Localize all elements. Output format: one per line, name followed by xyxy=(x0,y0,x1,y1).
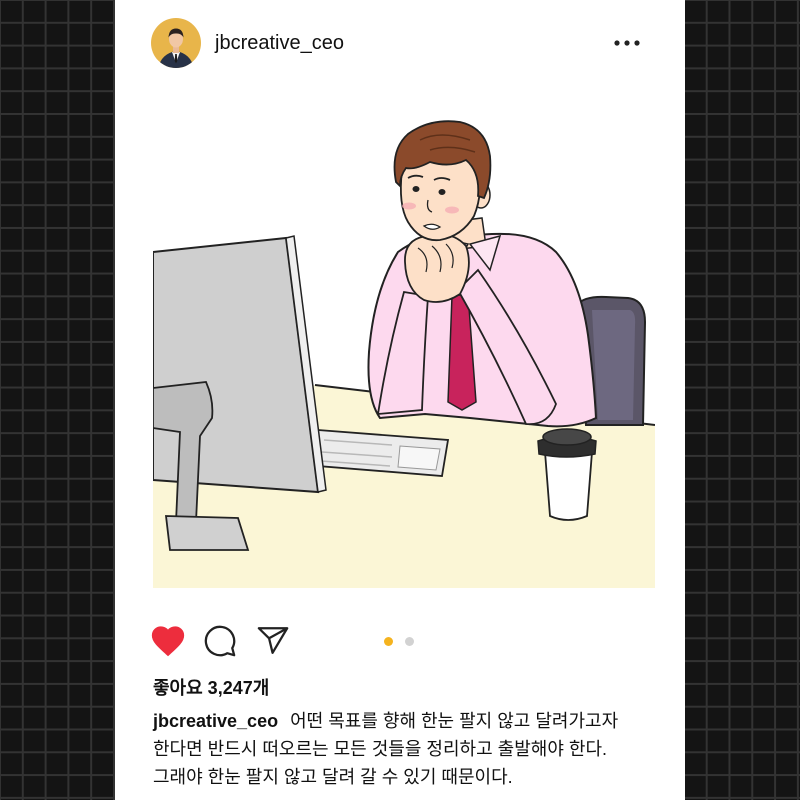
profile-photo[interactable] xyxy=(151,18,201,68)
post-username[interactable]: jbcreative_ceo xyxy=(215,30,344,56)
carousel-dot xyxy=(405,637,414,646)
caption: jbcreative_ceo 어떤 목표를 향해 한눈 팔지 않고 달려가고자 한… xyxy=(153,707,678,791)
caption-text: 그래야 한눈 팔지 않고 달려 갈 수 있기 때문이다. xyxy=(153,767,513,787)
share-button[interactable] xyxy=(256,624,290,658)
more-horizontal-icon[interactable] xyxy=(612,36,642,50)
heart-icon[interactable] xyxy=(149,622,187,660)
avatar[interactable] xyxy=(151,18,201,68)
caption-text: 한다면 반드시 떠오르는 모든 것들을 정리하고 출발해야 한다. xyxy=(153,739,608,759)
post-image[interactable] xyxy=(153,95,655,588)
comment-button[interactable] xyxy=(203,624,237,658)
likes-count[interactable]: 좋아요 3,247개 xyxy=(153,677,269,699)
caption-text: 어떤 목표를 향해 한눈 팔지 않고 달려가고자 xyxy=(290,711,619,731)
carousel-dot xyxy=(384,637,393,646)
comment-icon[interactable] xyxy=(203,624,237,658)
caption-line: 한다면 반드시 떠오르는 모든 것들을 정리하고 출발해야 한다. xyxy=(153,735,678,763)
post-card: jbcreative_ceo 좋아요 3,247개 jbcreative_ceo… xyxy=(115,0,685,800)
caption-line: 그래야 한눈 팔지 않고 달려 갈 수 있기 때문이다. xyxy=(153,763,678,791)
caption-line: jbcreative_ceo 어떤 목표를 향해 한눈 팔지 않고 달려가고자 xyxy=(153,707,678,735)
carousel-indicator xyxy=(384,637,414,647)
caption-username[interactable]: jbcreative_ceo xyxy=(153,711,278,731)
person xyxy=(367,120,598,428)
more-options-button[interactable] xyxy=(612,36,642,50)
send-icon[interactable] xyxy=(256,624,290,658)
like-button[interactable] xyxy=(149,622,187,660)
